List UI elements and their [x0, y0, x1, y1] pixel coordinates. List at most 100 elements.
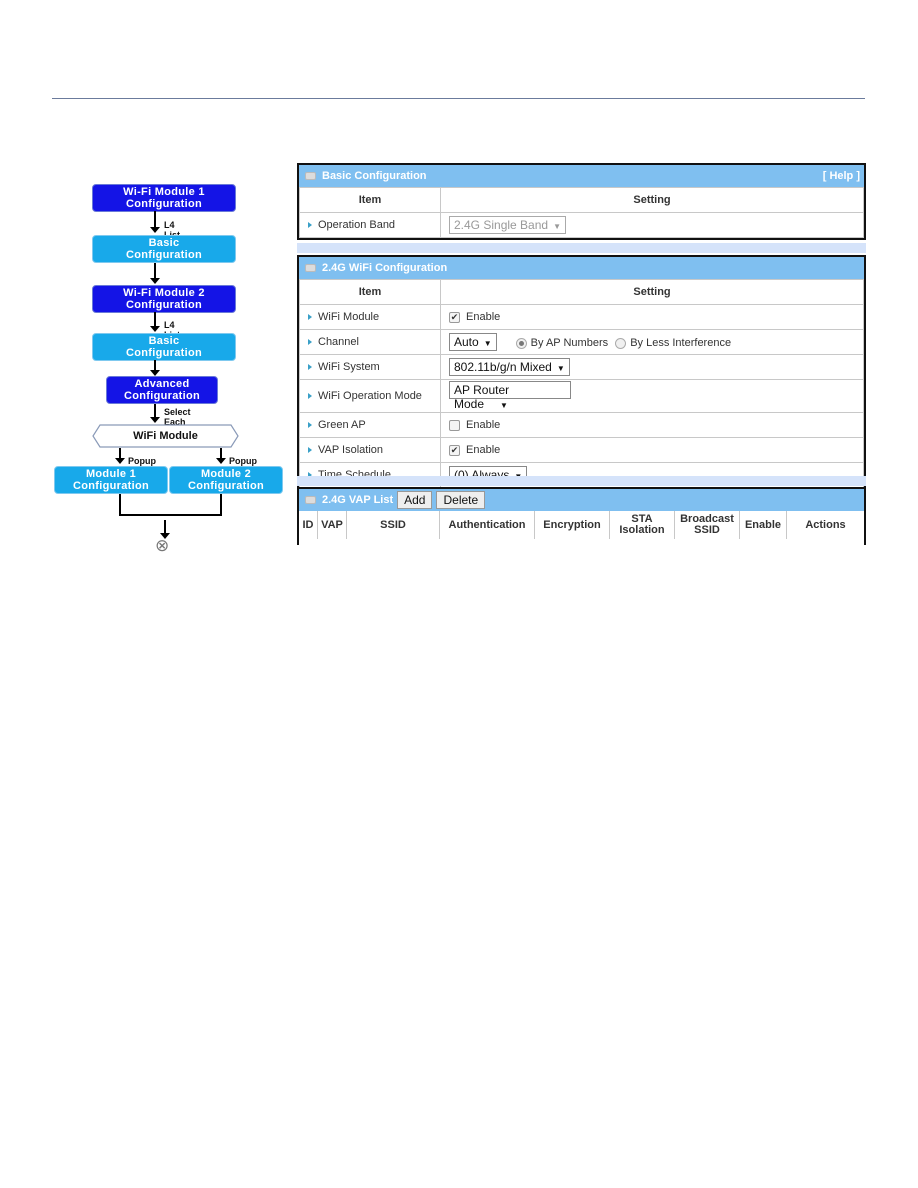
- by-ap-numbers-radio[interactable]: [515, 337, 527, 349]
- node-line: Basic: [148, 335, 180, 347]
- flow-connector: [119, 494, 121, 515]
- column-header-vap: VAP: [317, 511, 347, 539]
- select-value: Auto: [454, 335, 479, 349]
- flow-node-basic-2: Basic Configuration: [92, 333, 236, 361]
- row-setting: ✔ Enable: [440, 304, 864, 330]
- flow-node-wifi-module-1: Wi-Fi Module 1 Configuration: [92, 184, 236, 212]
- row-setting: AP Router Mode ▼: [440, 379, 864, 413]
- column-header-enable: Enable: [739, 511, 787, 539]
- arrow-head-icon: [150, 417, 160, 423]
- arrow-head-icon: [150, 227, 160, 233]
- row-setting: Enable: [440, 412, 864, 438]
- checkbox-label: Enable: [466, 419, 501, 431]
- label-text: WiFi System: [318, 361, 380, 373]
- node-line: Module 2: [200, 468, 252, 480]
- flow-node-module-1: Module 1 Configuration: [54, 466, 168, 494]
- arrow-head-icon: [216, 458, 226, 464]
- panel-header: 2.4G WiFi Configuration: [299, 257, 864, 279]
- node-line: Configuration: [73, 480, 149, 492]
- row-setting: 802.11b/g/n Mixed ▼: [440, 354, 864, 380]
- wifi-system-select[interactable]: 802.11b/g/n Mixed ▼: [449, 358, 570, 376]
- help-link[interactable]: [ Help ]: [823, 170, 860, 182]
- column-header-actions: Actions: [786, 511, 864, 539]
- row-label: WiFi Operation Mode: [299, 379, 441, 413]
- label-text: Channel: [318, 336, 359, 348]
- row-label: Channel: [299, 329, 441, 355]
- bullet-triangle-icon: [308, 339, 312, 346]
- checkbox-label: Enable: [466, 444, 501, 456]
- panel-bullet-icon: [305, 496, 316, 504]
- node-line: Module 1: [85, 468, 137, 480]
- bullet-triangle-icon: [308, 364, 312, 371]
- operation-band-select[interactable]: 2.4G Single Band ▼: [449, 216, 566, 234]
- label-text: VAP Isolation: [318, 444, 384, 456]
- node-line: Configuration: [126, 198, 202, 210]
- vap-list-panel: 2.4G VAP List Add Delete ID VAP SSID Aut…: [297, 487, 866, 545]
- table-row: WiFi Operation Mode AP Router Mode ▼: [299, 379, 864, 413]
- column-header-authentication: Authentication: [439, 511, 535, 539]
- column-header-id: ID: [299, 511, 318, 539]
- row-setting: 2.4G Single Band ▼: [440, 212, 864, 238]
- flow-node-wifi-module-2: Wi-Fi Module 2 Configuration: [92, 285, 236, 313]
- wifi-config-table: Item Setting WiFi Module ✔ Enable Channel…: [299, 279, 864, 488]
- vap-isolation-enable-checkbox[interactable]: ✔: [449, 444, 460, 456]
- panel-title: 2.4G WiFi Configuration: [322, 262, 448, 274]
- operation-mode-select[interactable]: AP Router Mode ▼: [449, 381, 571, 411]
- label-text: WiFi Module: [318, 311, 380, 323]
- row-label: VAP Isolation: [299, 437, 441, 463]
- flow-label-popup: Popup: [128, 456, 156, 466]
- bullet-triangle-icon: [308, 422, 312, 429]
- panel-bullet-icon: [305, 172, 316, 180]
- column-header-item: Item: [299, 187, 441, 213]
- flow-label-popup: Popup: [229, 456, 257, 466]
- node-line: Configuration: [126, 299, 202, 311]
- wifi-module-enable-checkbox[interactable]: ✔: [449, 311, 460, 323]
- flow-node-basic-1: Basic Configuration: [92, 235, 236, 263]
- row-setting: Auto ▼ By AP Numbers By Less Interference: [440, 329, 864, 355]
- select-value: 802.11b/g/n Mixed: [454, 360, 552, 374]
- panel-title: Basic Configuration: [322, 170, 427, 182]
- label-text: Green AP: [318, 419, 366, 431]
- node-line: Configuration: [126, 347, 202, 359]
- chevron-down-icon: ▼: [556, 364, 565, 373]
- row-label: WiFi System: [299, 354, 441, 380]
- node-line: Advanced: [134, 378, 190, 390]
- flow-connector: [220, 494, 222, 515]
- add-button[interactable]: Add: [397, 491, 433, 509]
- select-value: 2.4G Single Band: [454, 218, 549, 232]
- node-line: Basic: [148, 237, 180, 249]
- green-ap-enable-checkbox[interactable]: [449, 419, 460, 431]
- flow-node-advanced: Advanced Configuration: [106, 376, 218, 404]
- channel-select[interactable]: Auto ▼: [449, 333, 497, 351]
- by-less-interference-radio[interactable]: [615, 337, 627, 349]
- bullet-triangle-icon: [308, 393, 312, 400]
- flow-node-module-2: Module 2 Configuration: [169, 466, 283, 494]
- header-rule: [52, 98, 865, 99]
- row-label: Operation Band: [299, 212, 441, 238]
- panel-header: Basic Configuration [ Help ]: [299, 165, 864, 187]
- node-line: Wi-Fi Module 2: [123, 287, 205, 299]
- bullet-triangle-icon: [308, 447, 312, 454]
- node-line: Configuration: [188, 480, 264, 492]
- column-header-ssid: SSID: [346, 511, 440, 539]
- node-line: Wi-Fi Module 1: [123, 186, 205, 198]
- arrow-head-icon: [150, 326, 160, 332]
- basic-configuration-panel: Basic Configuration [ Help ] Item Settin…: [297, 163, 866, 240]
- arrow-head-icon: [150, 278, 160, 284]
- column-header-sta-isolation: STA Isolation: [609, 511, 675, 539]
- table-row: WiFi Module ✔ Enable: [299, 304, 864, 330]
- node-line: Configuration: [126, 249, 202, 261]
- radio-label: By Less Interference: [630, 337, 732, 349]
- flow-connector: [119, 514, 222, 516]
- panel-header: 2.4G VAP List Add Delete: [299, 489, 864, 511]
- row-label: WiFi Module: [299, 304, 441, 330]
- delete-button[interactable]: Delete: [436, 491, 486, 509]
- column-header-encryption: Encryption: [534, 511, 610, 539]
- chevron-down-icon: ▼: [483, 339, 492, 348]
- table-row: Channel Auto ▼ By AP Numbers By Less Inte…: [299, 329, 864, 355]
- bullet-triangle-icon: [308, 314, 312, 321]
- panel-bullet-icon: [305, 264, 316, 272]
- chevron-down-icon: ▼: [500, 401, 508, 410]
- column-header-setting: Setting: [440, 187, 864, 213]
- arrow-head-icon: [115, 458, 125, 464]
